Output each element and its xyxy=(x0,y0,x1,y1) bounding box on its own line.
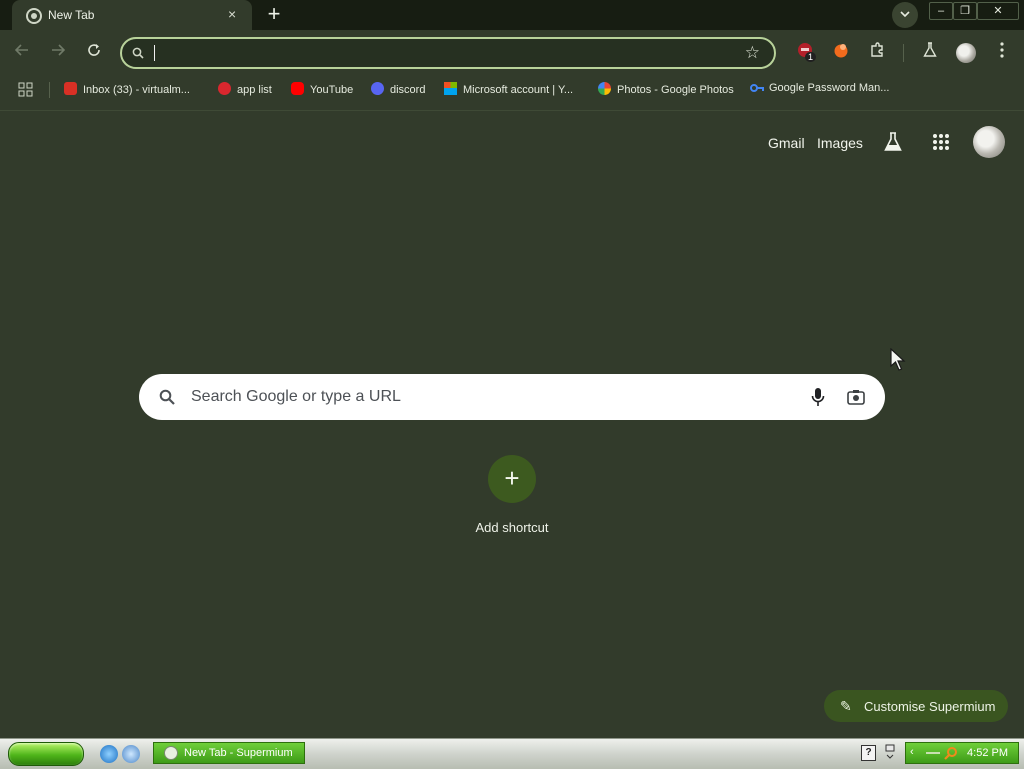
forward-button[interactable] xyxy=(47,42,69,64)
tab-new-tab[interactable]: New Tab × xyxy=(12,0,252,31)
camera-icon[interactable] xyxy=(847,389,865,405)
address-bar[interactable]: ☆ xyxy=(120,37,776,69)
tab-close-icon[interactable]: × xyxy=(228,6,236,22)
start-button[interactable] xyxy=(8,742,84,766)
taskbar-window-title: New Tab - Supermium xyxy=(184,747,293,759)
chevron-down-icon xyxy=(900,11,910,18)
labs-button[interactable] xyxy=(919,42,941,64)
google-photos-icon xyxy=(598,82,611,95)
bookmark-youtube[interactable]: YouTube xyxy=(291,82,353,98)
apps-grid-icon xyxy=(18,82,33,97)
extension-orange-icon xyxy=(834,44,848,58)
bookmark-google-photos[interactable]: Photos - Google Photos xyxy=(598,82,734,98)
extensions-menu-button[interactable] xyxy=(866,42,888,64)
bookmark-password-manager[interactable]: Google Password Man... xyxy=(750,82,889,98)
tab-search-button[interactable] xyxy=(892,2,918,28)
arrow-left-icon xyxy=(14,44,28,56)
gmail-icon xyxy=(64,82,77,95)
customise-button[interactable]: ✎ Customise Supermium xyxy=(824,690,1008,722)
new-tab-button[interactable]: + xyxy=(262,3,286,27)
internet-explorer-icon[interactable] xyxy=(100,745,118,763)
clock[interactable]: 4:52 PM xyxy=(967,747,1008,759)
add-shortcut-label[interactable]: Add shortcut xyxy=(452,520,572,535)
bookmarks-bar: Inbox (33) - virtualm... app list YouTub… xyxy=(0,78,1024,102)
microsoft-icon xyxy=(444,82,457,95)
search-icon xyxy=(132,47,144,59)
pencil-icon: ✎ xyxy=(840,698,852,714)
kebab-menu-icon xyxy=(1000,42,1004,58)
reload-icon xyxy=(88,44,100,56)
account-avatar[interactable] xyxy=(973,126,1005,158)
bookmark-gmail[interactable]: Inbox (33) - virtualm... xyxy=(64,82,190,98)
extension-button-2[interactable] xyxy=(830,42,852,64)
chromium-icon xyxy=(26,8,42,24)
help-icon[interactable]: ? xyxy=(861,745,876,761)
youtube-icon xyxy=(291,82,304,95)
extension-button[interactable]: 1 xyxy=(795,42,817,64)
browser-menu-button[interactable] xyxy=(991,42,1013,64)
flask-icon xyxy=(923,42,937,57)
back-button[interactable] xyxy=(11,42,33,64)
apps-grid-icon xyxy=(933,134,949,150)
mouse-cursor-icon xyxy=(890,348,906,371)
search-icon xyxy=(159,389,175,405)
google-apps-button[interactable] xyxy=(932,133,952,153)
discord-icon xyxy=(371,82,384,95)
minimize-button[interactable]: – xyxy=(929,2,953,20)
customise-label: Customise Supermium xyxy=(864,699,996,714)
tab-title: New Tab xyxy=(48,8,95,22)
puzzle-icon xyxy=(871,42,883,57)
bookmark-microsoft[interactable]: Microsoft account | Y... xyxy=(444,82,573,98)
system-tray: ‹ 4:52 PM xyxy=(905,742,1019,764)
reload-button[interactable] xyxy=(83,42,105,64)
bookmark-star-icon[interactable]: ☆ xyxy=(745,43,760,63)
search-placeholder: Search Google or type a URL xyxy=(191,388,401,405)
taskbar-window-supermium[interactable]: New Tab - Supermium xyxy=(153,742,305,764)
apps-shortcut[interactable] xyxy=(18,82,33,98)
labs-page-button[interactable] xyxy=(884,132,904,152)
bookmark-app-list[interactable]: app list xyxy=(218,82,272,98)
images-link[interactable]: Images xyxy=(817,135,863,151)
key-icon xyxy=(750,83,764,96)
mega-icon xyxy=(218,82,231,95)
profile-avatar[interactable] xyxy=(956,43,976,63)
tray-expand-icon[interactable]: ‹ xyxy=(910,746,914,758)
flask-icon xyxy=(884,132,902,151)
arrow-right-icon xyxy=(52,44,66,56)
supermium-icon xyxy=(164,746,178,760)
add-shortcut-button[interactable]: + xyxy=(488,455,536,503)
restore-button[interactable]: ❐ xyxy=(953,2,977,20)
microphone-icon[interactable] xyxy=(811,387,825,407)
search-box[interactable]: Search Google or type a URL xyxy=(139,374,885,420)
bookmark-discord[interactable]: discord xyxy=(371,82,425,98)
text-caret xyxy=(154,45,155,61)
extension-badge: 1 xyxy=(805,52,817,62)
toolbar-border xyxy=(0,110,1024,111)
search-icon[interactable] xyxy=(944,746,958,760)
gmail-link[interactable]: Gmail xyxy=(768,135,805,151)
close-window-button[interactable]: ✕ xyxy=(977,2,1019,20)
bookmark-divider xyxy=(49,82,50,98)
toolbar-divider xyxy=(903,44,904,62)
network-icon[interactable] xyxy=(884,744,896,760)
tray-divider xyxy=(926,752,940,754)
quicklaunch-icon[interactable] xyxy=(122,745,140,763)
